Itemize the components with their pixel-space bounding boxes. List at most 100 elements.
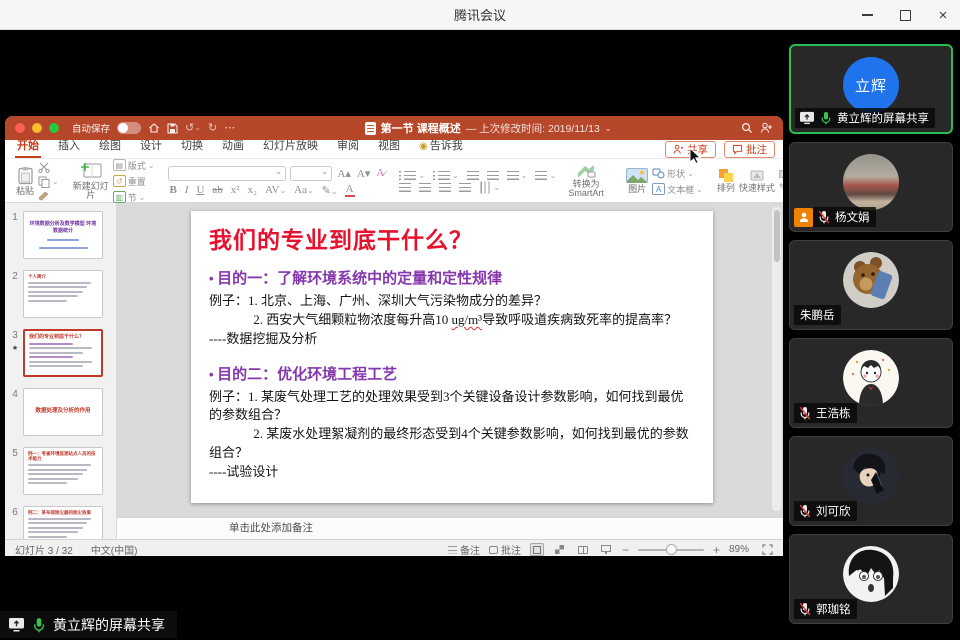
- mac-minimize-icon[interactable]: [32, 123, 42, 133]
- quick-styles-button[interactable]: 快速样式: [739, 169, 775, 193]
- zoom-slider[interactable]: [638, 549, 704, 551]
- slide-sorter-button[interactable]: [553, 543, 567, 556]
- strikethrough-button[interactable]: ab: [211, 184, 223, 196]
- char-spacing-button[interactable]: AV⌄: [264, 184, 287, 196]
- participant-tile-2[interactable]: 杨文娟: [789, 142, 953, 232]
- document-icon: [365, 122, 376, 135]
- section-button[interactable]: ▥节⌄: [113, 191, 155, 204]
- slideshow-button[interactable]: [599, 543, 613, 556]
- slide-thumbnail-2[interactable]: 个人简介: [23, 270, 103, 318]
- picture-button[interactable]: 图片: [626, 168, 648, 194]
- bullets-icon[interactable]: ⌄: [399, 171, 425, 180]
- share-person-icon[interactable]: [760, 122, 773, 134]
- numbering-icon[interactable]: ⌄: [433, 171, 459, 180]
- home-icon[interactable]: [148, 122, 160, 134]
- tab-切换[interactable]: 切换: [179, 135, 205, 158]
- tab-视图[interactable]: 视图: [376, 135, 402, 158]
- save-icon[interactable]: [167, 123, 178, 134]
- participant-tile-3[interactable]: 朱鹏岳: [789, 240, 953, 330]
- comments-toggle[interactable]: 批注: [489, 542, 521, 556]
- format-painter-icon[interactable]: [38, 191, 59, 201]
- indent-decrease-icon[interactable]: [467, 171, 479, 180]
- clear-format-icon[interactable]: A̷: [375, 167, 385, 179]
- redo-icon[interactable]: ↻: [208, 123, 217, 134]
- minimize-icon[interactable]: [860, 8, 874, 22]
- fit-window-icon[interactable]: [762, 544, 773, 555]
- layout-button[interactable]: ▤版式⌄: [113, 159, 155, 172]
- undo-icon[interactable]: ↺⌄: [185, 123, 201, 134]
- highlight-pen-icon[interactable]: ✎⌄: [321, 184, 339, 197]
- subscript-button[interactable]: x₂: [247, 184, 258, 196]
- font-size-select[interactable]: [290, 166, 332, 181]
- notes-toggle[interactable]: 备注: [448, 542, 480, 556]
- font-color-button[interactable]: A: [345, 184, 355, 197]
- close-icon[interactable]: ×: [936, 8, 950, 22]
- new-slide-button[interactable]: 新建幻灯片: [73, 162, 109, 201]
- textbox-button[interactable]: A文本框⌄: [652, 183, 703, 196]
- indent-increase-icon[interactable]: [487, 171, 499, 180]
- reset-button[interactable]: ↺重置: [113, 175, 155, 188]
- bold-button[interactable]: B: [168, 184, 177, 196]
- italic-button[interactable]: I: [184, 184, 190, 196]
- participant-tile-1[interactable]: 立辉黄立辉的屏幕共享: [789, 44, 953, 134]
- arrange-button[interactable]: 排列: [717, 169, 735, 193]
- notes-area[interactable]: 单击此处添加备注: [117, 517, 783, 539]
- align-left-icon[interactable]: [399, 183, 411, 192]
- shrink-font-icon[interactable]: A▾: [356, 167, 371, 180]
- tab-设计[interactable]: 设计: [138, 135, 164, 158]
- slide-canvas[interactable]: 我们的专业到底干什么？ 目的一：了解环境系统中的定量和定性规律例子：1. 北京、…: [191, 211, 713, 503]
- paste-button[interactable]: 粘贴: [16, 166, 34, 196]
- slide-thumbnail-1[interactable]: 环境数据分析及数学模型 环境数据统计: [23, 211, 103, 259]
- avatar: [843, 448, 899, 504]
- slide-thumbnail-5[interactable]: 例一：考查环境监测站点人员的技术能力: [23, 447, 103, 495]
- zoom-in-icon[interactable]: +: [713, 543, 720, 557]
- autosave-toggle[interactable]: [117, 122, 141, 134]
- slide-thumbnail-6[interactable]: 例二：某布袋除尘器的除尘效果: [23, 506, 103, 539]
- cut-icon[interactable]: [38, 162, 59, 173]
- slide-thumbnail-3[interactable]: 我们的专业到底干什么？: [23, 329, 103, 377]
- tab-插入[interactable]: 插入: [56, 135, 82, 158]
- columns-icon[interactable]: ⌄: [535, 171, 556, 180]
- zoom-out-icon[interactable]: −: [622, 543, 629, 557]
- tab-开始[interactable]: 开始: [15, 135, 41, 158]
- align-center-icon[interactable]: [419, 183, 431, 192]
- mac-zoom-icon[interactable]: [49, 123, 59, 133]
- more-icon[interactable]: ⋯: [224, 123, 235, 134]
- chevron-down-icon[interactable]: ⌄: [605, 124, 612, 133]
- language-indicator[interactable]: 中文(中国): [91, 542, 138, 556]
- vertical-scrollbar[interactable]: [772, 207, 781, 511]
- participant-tile-4[interactable]: 王浩栋: [789, 338, 953, 428]
- shape-fill-icon[interactable]: ⌄: [779, 170, 783, 179]
- change-case-button[interactable]: Aa⌄: [293, 184, 315, 196]
- tab-动画[interactable]: 动画: [220, 135, 246, 158]
- search-icon[interactable]: [741, 122, 753, 134]
- participant-tile-6[interactable]: 郭珈铭: [789, 534, 953, 624]
- superscript-button[interactable]: x²: [230, 184, 241, 196]
- line-spacing-icon[interactable]: ⌄: [507, 171, 528, 180]
- normal-view-button[interactable]: [530, 543, 544, 556]
- decorative-line: [28, 469, 87, 471]
- grow-font-icon[interactable]: A▴: [336, 167, 351, 180]
- tab-幻灯片放映[interactable]: 幻灯片放映: [261, 135, 320, 158]
- copy-icon[interactable]: ⌄: [38, 176, 59, 188]
- reading-view-button[interactable]: [576, 543, 590, 556]
- underline-button[interactable]: U: [195, 184, 205, 196]
- share-button[interactable]: 共享: [665, 141, 716, 158]
- font-group: A▴ A▾ A̷ B I U ab x² x₂ AV⌄ Aa⌄ ✎⌄ A: [163, 162, 390, 200]
- text-direction-icon[interactable]: ⌄: [479, 183, 500, 192]
- slide-thumbnail-4[interactable]: 数据处理及分析的作用: [23, 388, 103, 436]
- font-name-select[interactable]: [168, 166, 286, 181]
- shapes-button[interactable]: 形状⌄: [652, 167, 703, 180]
- zoom-level[interactable]: 89%: [729, 544, 753, 555]
- mac-close-icon[interactable]: [15, 123, 25, 133]
- smartart-button[interactable]: 转换为SmartArt: [560, 164, 612, 199]
- maximize-icon[interactable]: [898, 8, 912, 22]
- comments-button[interactable]: 批注: [724, 141, 775, 158]
- shape-outline-icon[interactable]: ✎⌄: [779, 182, 783, 193]
- justify-icon[interactable]: [459, 183, 471, 192]
- participant-tile-5[interactable]: 刘可欣: [789, 436, 953, 526]
- align-right-icon[interactable]: [439, 183, 451, 192]
- tab-告诉我[interactable]: ◉告诉我: [417, 135, 465, 158]
- tab-审阅[interactable]: 审阅: [335, 135, 361, 158]
- tab-绘图[interactable]: 绘图: [97, 135, 123, 158]
